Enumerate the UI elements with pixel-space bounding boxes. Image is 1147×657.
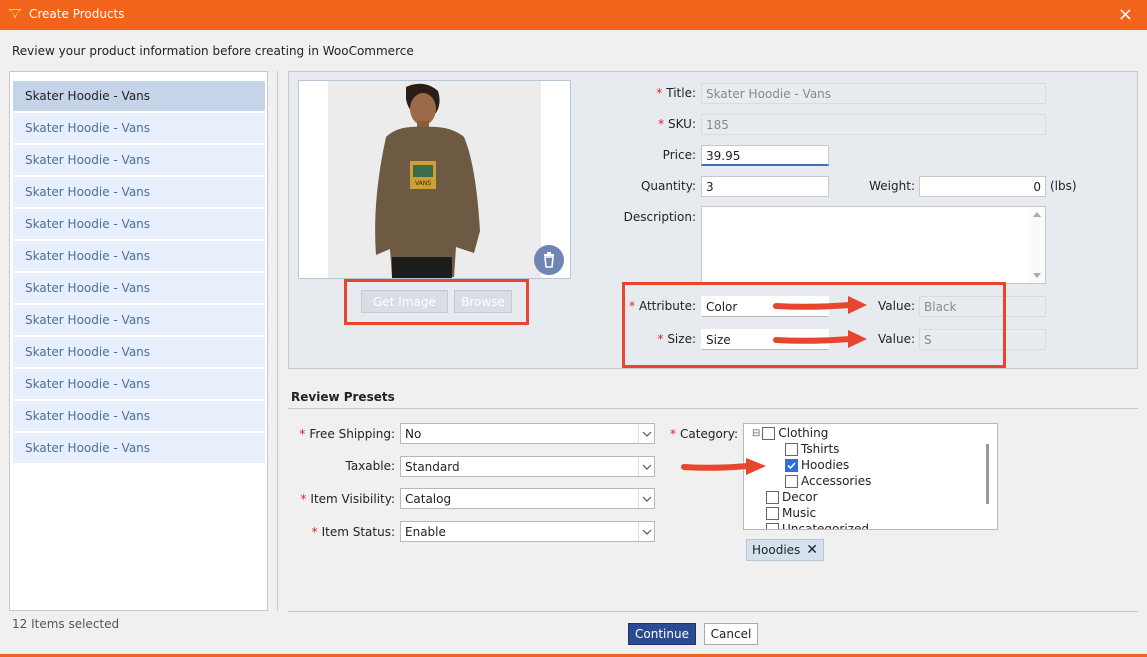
window-title: Create Products [29, 7, 125, 21]
description-label: Description: [623, 210, 696, 224]
selected-category-tag: Hoodies ✕ [746, 539, 825, 561]
selection-count: 12 Items selected [12, 617, 120, 631]
product-image: VANS [328, 81, 541, 278]
checkbox[interactable] [766, 522, 779, 529]
checkbox-checked[interactable] [785, 458, 798, 472]
checkmark-icon [787, 461, 796, 469]
title-label: * Title: [656, 86, 696, 100]
scroll-up-icon[interactable] [1033, 212, 1041, 217]
delete-image-button[interactable] [534, 245, 564, 275]
checkbox[interactable] [766, 490, 779, 504]
chevron-down-icon [642, 496, 652, 502]
list-item[interactable]: Skater Hoodie - Vans [13, 177, 265, 207]
category-tree[interactable]: ⊟ Clothing Tshirts Hoodies Accessories De… [743, 423, 998, 530]
list-item[interactable]: Skater Hoodie - Vans [13, 369, 265, 399]
item-status-select[interactable]: Enable [400, 521, 655, 542]
description-field[interactable] [701, 206, 1046, 284]
product-list: Skater Hoodie - Vans Skater Hoodie - Van… [9, 71, 268, 611]
annotation-box-image-buttons [344, 279, 529, 325]
item-visibility-select[interactable]: Catalog [400, 488, 655, 509]
item-status-label: * Item Status: [311, 525, 395, 539]
checkbox[interactable] [766, 506, 779, 520]
cancel-button[interactable]: Cancel [704, 623, 758, 645]
sku-field[interactable]: 185 [701, 114, 1046, 135]
weight-field[interactable]: 0 [919, 176, 1046, 197]
title-field[interactable]: Skater Hoodie - Vans [701, 83, 1046, 104]
tree-item-clothing[interactable]: ⊟ Clothing [752, 426, 828, 440]
list-item[interactable]: Skater Hoodie - Vans [13, 145, 265, 175]
free-shipping-label: * Free Shipping: [299, 427, 395, 441]
free-shipping-select[interactable]: No [400, 423, 655, 444]
category-label: * Category: [670, 427, 738, 441]
section-divider [288, 408, 1138, 409]
window-titlebar: Create Products × [0, 0, 1147, 30]
sku-label: * SKU: [658, 117, 696, 131]
chevron-down-icon [642, 464, 652, 470]
list-item[interactable]: Skater Hoodie - Vans [13, 209, 265, 239]
price-label: Price: [662, 148, 696, 162]
list-item[interactable]: Skater Hoodie - Vans [13, 305, 265, 335]
price-field[interactable]: 39.95 [701, 145, 829, 166]
panel-divider [277, 71, 278, 611]
list-item[interactable]: Skater Hoodie - Vans [13, 433, 265, 463]
list-item[interactable]: Skater Hoodie - Vans [13, 401, 265, 431]
chevron-down-icon [642, 529, 652, 535]
quantity-field[interactable]: 3 [701, 176, 829, 197]
tree-item-uncategorized[interactable]: Uncategorized [766, 522, 869, 529]
list-item[interactable]: Skater Hoodie - Vans [13, 241, 265, 271]
tree-item-music[interactable]: Music [766, 506, 816, 520]
weight-unit: (lbs) [1050, 179, 1077, 193]
page-subtitle: Review your product information before c… [12, 44, 414, 58]
list-item[interactable]: Skater Hoodie - Vans [13, 113, 265, 143]
tree-item-accessories[interactable]: Accessories [785, 474, 871, 488]
remove-tag-icon[interactable]: ✕ [806, 542, 818, 558]
scroll-down-icon[interactable] [1033, 273, 1041, 278]
list-item[interactable]: Skater Hoodie - Vans [13, 337, 265, 367]
trash-icon [544, 252, 554, 268]
item-visibility-label: * Item Visibility: [300, 492, 395, 506]
footer-divider [288, 611, 1138, 612]
taxable-select[interactable]: Standard [400, 456, 655, 477]
review-presets-title: Review Presets [291, 390, 395, 404]
hoodie-graphic-text: VANS [415, 180, 431, 187]
tree-item-hoodies[interactable]: Hoodies [785, 458, 849, 472]
checkbox[interactable] [762, 426, 776, 440]
continue-button[interactable]: Continue [628, 623, 696, 645]
tree-item-tshirts[interactable]: Tshirts [785, 442, 839, 456]
chevron-down-icon [642, 431, 652, 437]
tree-item-decor[interactable]: Decor [766, 490, 818, 504]
description-scrollbar[interactable] [1029, 207, 1045, 283]
checkbox[interactable] [785, 474, 798, 488]
checkbox[interactable] [785, 442, 798, 456]
taxable-label: Taxable: [345, 459, 395, 473]
collapse-icon[interactable]: ⊟ [752, 428, 760, 439]
tree-scrollbar[interactable] [986, 444, 989, 504]
quantity-label: Quantity: [640, 179, 696, 193]
list-item[interactable]: Skater Hoodie - Vans [13, 81, 265, 111]
annotation-arrow-category [681, 458, 766, 475]
close-icon[interactable]: × [1118, 4, 1133, 25]
list-item[interactable]: Skater Hoodie - Vans [13, 273, 265, 303]
app-logo-icon [8, 9, 22, 19]
weight-label: Weight: [869, 179, 915, 193]
annotation-arrows [773, 296, 867, 348]
